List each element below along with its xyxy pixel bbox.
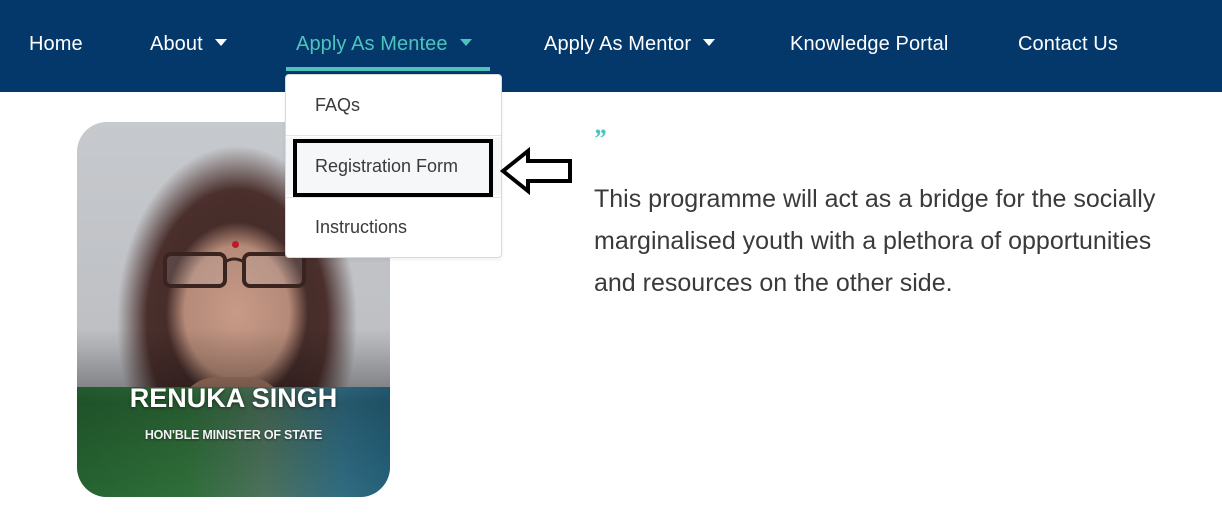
caret-down-icon	[459, 39, 472, 46]
nav-item-knowledge-portal[interactable]: Knowledge Portal	[790, 30, 948, 60]
nav-item-about[interactable]: About	[150, 30, 227, 60]
quote-line: and resources on the other side.	[594, 269, 953, 297]
nav-item-label: Apply As Mentee	[296, 33, 448, 55]
active-nav-indicator	[286, 67, 490, 71]
nav-item-apply-as-mentee[interactable]: Apply As Mentee	[296, 30, 472, 60]
nav-item-label: Knowledge Portal	[790, 33, 949, 55]
main-navbar: Home About Apply As Mentee Apply As Ment…	[0, 0, 1222, 92]
dropdown-item-faqs[interactable]: FAQs	[286, 76, 501, 134]
nav-item-label: Home	[29, 33, 83, 55]
quote-line: marginalised youth with a plethora of op…	[594, 227, 1152, 255]
left-arrow-outline-icon	[500, 147, 572, 195]
quote-mark-icon: ”	[593, 124, 606, 153]
nav-item-label: About	[150, 33, 203, 55]
dropdown-item-instructions[interactable]: Instructions	[286, 198, 501, 256]
caret-down-icon	[703, 39, 716, 46]
nav-item-label: Contact Us	[1018, 33, 1118, 55]
nav-item-apply-as-mentor[interactable]: Apply As Mentor	[544, 30, 716, 60]
nav-item-contact-us[interactable]: Contact Us	[1018, 30, 1118, 60]
dropdown-item-registration-form[interactable]: Registration Form	[286, 137, 501, 195]
nav-item-home[interactable]: Home	[29, 30, 83, 60]
nav-item-label: Apply As Mentor	[544, 33, 692, 55]
dropdown-divider	[286, 135, 501, 136]
quote-text: This programme will act as a bridge for …	[594, 178, 1222, 304]
caret-down-icon	[214, 39, 227, 46]
quote-line: This programme will act as a bridge for …	[594, 185, 1156, 213]
profile-name: RENUKA SINGH	[129, 383, 338, 413]
apply-as-mentee-dropdown-menu: FAQs Registration Form Instructions	[285, 74, 502, 258]
profile-title: HON'BLE MINISTER OF STATE	[144, 428, 323, 442]
